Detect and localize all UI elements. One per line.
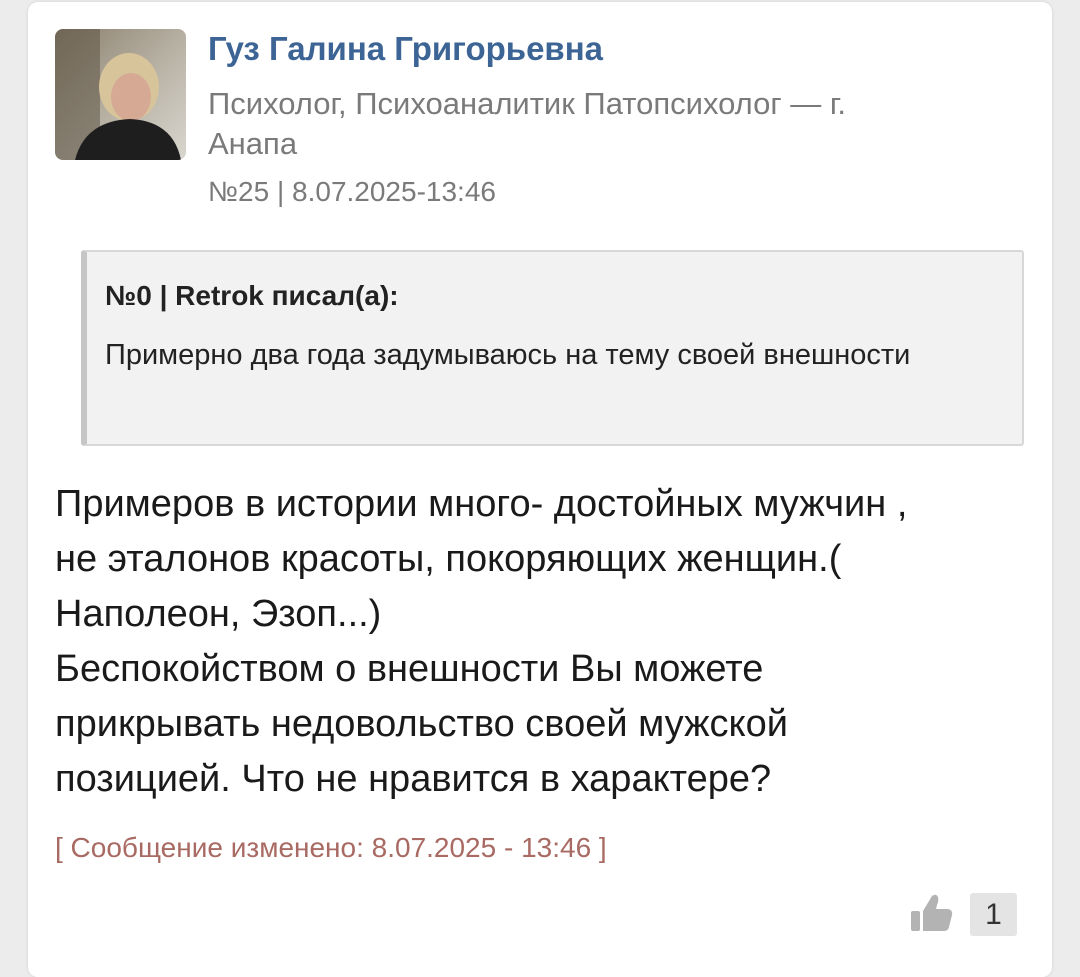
post-meta: №25 | 8.07.2025-13:46 — [208, 176, 496, 207]
quote-block: №0 | Retrok писал(а): Примерно два года … — [81, 250, 1024, 446]
author-role: Психолог, Психоаналитик Патопсихолог — г… — [208, 86, 847, 161]
post-body-line: не эталонов красоты, покоряющих женщин.( — [55, 538, 842, 580]
post-body-line: Беспокойством о внешности Вы можете — [55, 648, 764, 690]
thumbs-up-icon[interactable] — [909, 890, 955, 936]
edited-note: [ Сообщение изменено: 8.07.2025 - 13:46 … — [55, 832, 607, 863]
quote-text: Примерно два года задумываюсь на тему св… — [105, 339, 911, 371]
author-name-link[interactable]: Гуз Галина Григорьевна — [208, 30, 603, 68]
post-body-line: Примеров в истории много- достойных мужч… — [55, 483, 908, 525]
quote-header: №0 | Retrok писал(а): — [105, 280, 399, 311]
like-count: 1 — [970, 893, 1017, 936]
author-avatar[interactable] — [55, 29, 186, 160]
post-body-line: прикрывать недовольство своей мужской — [55, 703, 788, 745]
post-card: Гуз Галина Григорьевна Психолог, Психоан… — [28, 2, 1052, 977]
post-body-line: Наполеон, Эзоп...) — [55, 593, 382, 635]
avatar-photo — [55, 29, 186, 160]
post-body-line: позицией. Что не нравится в характере? — [55, 758, 772, 800]
post-body: Примеров в истории много- достойных мужч… — [55, 477, 1035, 807]
